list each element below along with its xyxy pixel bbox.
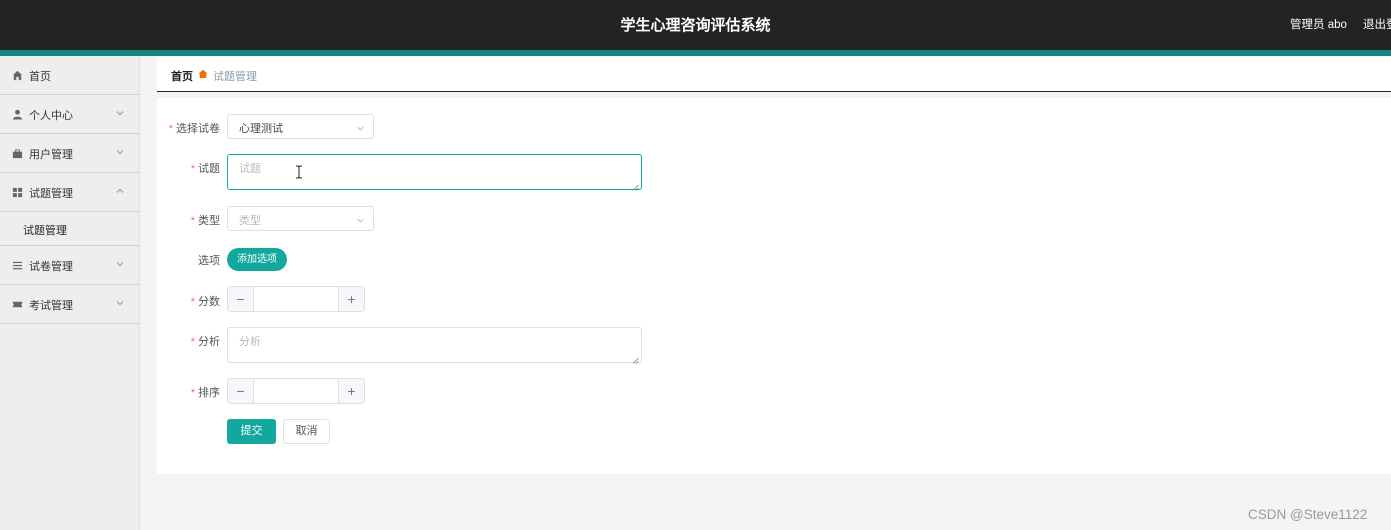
breadcrumb-home-link[interactable]: 首页 xyxy=(171,68,193,84)
question-placeholder: 试题 xyxy=(239,163,261,175)
analysis-placeholder: 分析 xyxy=(239,336,261,348)
app-title: 学生心理咨询评估系统 xyxy=(620,17,771,34)
sidebar-item-label: 试题管理 xyxy=(29,188,73,200)
watermark-text: CSDN @Steve1122 xyxy=(1248,507,1368,522)
score-label: * 分数 xyxy=(190,296,220,308)
list-icon xyxy=(11,259,23,271)
sidebar-item-label: 首页 xyxy=(29,71,51,83)
top-header: 学生心理咨询评估系统 管理员 abo 退出登录 xyxy=(0,0,1391,50)
paper-select-label: * 选择试卷 xyxy=(168,123,220,135)
sidebar-item-label: 考试管理 xyxy=(29,300,73,312)
type-select[interactable]: 类型 xyxy=(227,206,374,231)
ticket-icon xyxy=(11,298,23,310)
resize-grip-icon[interactable] xyxy=(632,353,639,364)
sidebar-item-label: 个人中心 xyxy=(29,110,73,122)
question-form: * 选择试卷 心理测试 * 试题 试题 * 类型 类型 选项 添加选项 * 分数 − +… xyxy=(157,98,1391,474)
order-input[interactable] xyxy=(255,379,339,403)
analysis-label: * 分析 xyxy=(190,336,220,348)
add-option-button[interactable]: 添加选项 xyxy=(227,248,287,271)
analysis-textarea[interactable]: 分析 xyxy=(227,327,642,364)
chevron-down-icon xyxy=(115,146,125,156)
breadcrumb: 首页 试题管理 xyxy=(157,56,1391,92)
sidebar-subitem-label: 试题管理 xyxy=(23,225,67,237)
paper-select[interactable]: 心理测试 xyxy=(227,114,374,139)
sidebar-item-home[interactable]: 首页 xyxy=(0,56,139,95)
question-label: * 试题 xyxy=(190,163,220,175)
grid-icon xyxy=(11,186,23,198)
required-mark: * xyxy=(190,387,195,399)
type-select-placeholder: 类型 xyxy=(239,215,261,227)
home-icon xyxy=(11,69,23,81)
required-mark: * xyxy=(190,296,195,308)
submit-button[interactable]: 提交 xyxy=(227,419,276,444)
type-label: * 类型 xyxy=(190,215,220,227)
logout-link[interactable]: 退出登录 xyxy=(1363,16,1391,32)
chevron-down-icon xyxy=(115,107,125,117)
chevron-up-icon xyxy=(115,185,125,195)
current-user-label: 管理员 abo xyxy=(1290,19,1347,31)
text-cursor-icon xyxy=(295,165,303,179)
score-increment-button[interactable]: + xyxy=(338,287,364,311)
sidebar-item-label: 用户管理 xyxy=(29,149,73,161)
required-mark: * xyxy=(190,163,195,175)
sidebar-subitem-questions[interactable]: 试题管理 xyxy=(0,212,139,246)
chevron-down-icon xyxy=(115,258,125,268)
home-icon xyxy=(198,68,208,78)
question-textarea[interactable]: 试题 xyxy=(227,154,642,191)
score-input[interactable] xyxy=(255,287,339,311)
chevron-down-icon xyxy=(356,214,365,223)
sidebar-item-exams[interactable]: 考试管理 xyxy=(0,285,139,324)
options-label: 选项 xyxy=(198,255,220,267)
sidebar-item-profile[interactable]: 个人中心 xyxy=(0,95,139,134)
sidebar-item-questions[interactable]: 试题管理 xyxy=(0,173,139,212)
briefcase-icon xyxy=(11,147,23,159)
chevron-down-icon xyxy=(356,122,365,131)
order-decrement-button[interactable]: − xyxy=(228,379,254,403)
score-stepper[interactable]: − + xyxy=(227,286,365,312)
user-icon xyxy=(11,108,23,120)
paper-select-value: 心理测试 xyxy=(239,123,283,135)
resize-grip-icon[interactable] xyxy=(632,180,639,191)
sidebar-item-users[interactable]: 用户管理 xyxy=(0,134,139,173)
breadcrumb-current: 试题管理 xyxy=(213,71,257,83)
chevron-down-icon xyxy=(115,297,125,307)
cancel-button[interactable]: 取消 xyxy=(283,419,330,444)
required-mark: * xyxy=(168,123,173,135)
required-mark: * xyxy=(190,336,195,348)
sidebar: 首页 个人中心 用户管理 试题管理 试题管理 试卷管理 考试管理 xyxy=(0,56,140,530)
sidebar-item-label: 试卷管理 xyxy=(29,261,73,273)
score-decrement-button[interactable]: − xyxy=(228,287,254,311)
order-label: * 排序 xyxy=(190,387,220,399)
order-increment-button[interactable]: + xyxy=(338,379,364,403)
order-stepper[interactable]: − + xyxy=(227,378,365,404)
sidebar-item-papers[interactable]: 试卷管理 xyxy=(0,246,139,285)
required-mark: * xyxy=(190,215,195,227)
